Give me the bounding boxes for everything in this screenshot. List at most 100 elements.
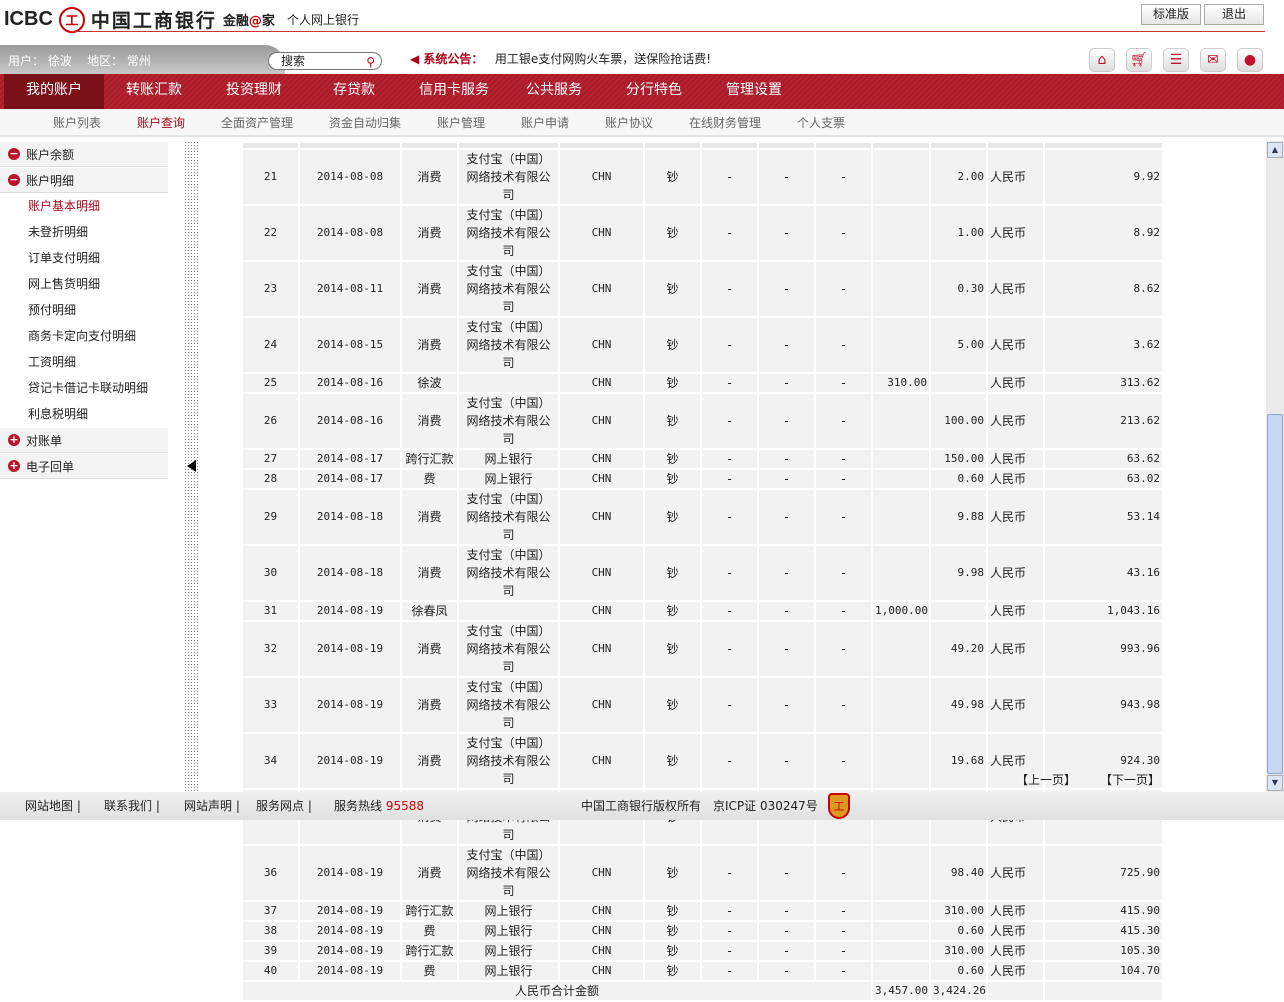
sidebar-group[interactable]: + 电子回单 bbox=[0, 453, 168, 479]
table-row[interactable]: 25 2014-08-16 徐波 CHN 钞 - - -310.00 人民币 313.62 bbox=[241, 372, 1164, 394]
table-row[interactable]: 33 2014-08-19 消费 支付宝（中国）网络技术有限公司 CHN 钞 - - -49.9… bbox=[241, 676, 1164, 734]
next-page-link[interactable]: 【下一页】 bbox=[1100, 771, 1160, 788]
sidebar-item[interactable]: 账户基本明细 bbox=[0, 193, 168, 219]
scroll-thumb[interactable] bbox=[1267, 414, 1283, 774]
cell-2: 徐春凤 bbox=[400, 600, 459, 622]
cell-8: - bbox=[814, 544, 873, 602]
product-name: 个人网上银行 bbox=[286, 13, 359, 27]
nav-tab-7[interactable]: 管理设置 bbox=[704, 74, 804, 109]
subnav-item-3[interactable]: 资金自动归集 bbox=[329, 114, 401, 131]
table-row[interactable]: 39 2014-08-19 跨行汇款 网上银行 CHN 钞 - - -310.00 人民币 105.… bbox=[241, 940, 1164, 962]
footer-contact-link[interactable]: 联系我们 | bbox=[104, 797, 160, 814]
scroll-up-icon[interactable]: ▲ bbox=[1267, 142, 1283, 158]
subnav-item-6[interactable]: 账户协议 bbox=[605, 114, 653, 131]
subnav-item-0[interactable]: 账户列表 bbox=[53, 114, 101, 131]
sidebar-item[interactable]: 未登折明细 bbox=[0, 219, 168, 245]
table-row[interactable]: 26 2014-08-16 消费 支付宝（中国）网络技术有限公司 CHN 钞 - - -100.… bbox=[241, 392, 1164, 450]
subnav-item-1[interactable]: 账户查询 bbox=[137, 114, 185, 131]
nav-tab-3[interactable]: 存贷款 bbox=[304, 74, 404, 109]
table-row[interactable]: 28 2014-08-17 费网上银行 CHN 钞 - - -0.60 人民币 63.02 bbox=[241, 468, 1164, 490]
sidebar-item[interactable]: 利息税明细 bbox=[0, 401, 168, 427]
sidebar-item[interactable]: 网上售货明细 bbox=[0, 271, 168, 297]
sidebar-group[interactable]: − 账户明细 bbox=[0, 167, 168, 193]
subnav-item-5[interactable]: 账户申请 bbox=[521, 114, 569, 131]
table-row[interactable]: 24 2014-08-15 消费 支付宝（中国）网络技术有限公司 CHN 钞 - - -5.00… bbox=[241, 316, 1164, 374]
nav-tab-0[interactable]: 我的账户 bbox=[4, 74, 104, 109]
footer-sitemap-link[interactable]: 网站地图 | bbox=[25, 797, 81, 814]
cell-3: 支付宝（中国）网络技术有限公司 bbox=[457, 392, 560, 450]
sidebar: − 账户余额 − 账户明细 账户基本明细 未登折明细 订单支付明细 网上售货明细 预付明细 商务卡… bbox=[0, 141, 168, 791]
sidebar-item[interactable]: 商务卡定向支付明细 bbox=[0, 323, 168, 349]
table-row[interactable]: 22 2014-08-08 消费 支付宝（中国）网络技术有限公司 CHN 钞 - - -1.00… bbox=[241, 204, 1164, 262]
sidebar-group[interactable]: − 账户余额 bbox=[0, 141, 168, 167]
cell-10: 0.60 bbox=[929, 960, 988, 982]
police-badge-icon[interactable]: 工 bbox=[828, 793, 850, 819]
cell-3: 支付宝（中国）网络技术有限公司 bbox=[457, 204, 560, 262]
prev-page-link[interactable]: 【上一页】 bbox=[1016, 771, 1076, 788]
cell-10 bbox=[929, 372, 988, 394]
footer-outlets-link[interactable]: 服务网点 | bbox=[256, 797, 312, 814]
table-row[interactable]: 30 2014-08-18 消费 支付宝（中国）网络技术有限公司 CHN 钞 - - -9.98… bbox=[241, 544, 1164, 602]
table-row[interactable]: 32 2014-08-19 消费 支付宝（中国）网络技术有限公司 CHN 钞 - - -49.2… bbox=[241, 620, 1164, 678]
customer-service-icon[interactable]: ● bbox=[1237, 48, 1263, 72]
cell-6: - bbox=[700, 316, 759, 374]
subnav-item-7[interactable]: 在线财务管理 bbox=[689, 114, 761, 131]
cell-0: 31 bbox=[241, 600, 300, 622]
vertical-scrollbar[interactable]: ▲ ▼ bbox=[1266, 141, 1284, 792]
nav-tab-4[interactable]: 信用卡服务 bbox=[404, 74, 504, 109]
table-row[interactable]: 21 2014-08-08 消费 支付宝（中国）网络技术有限公司 CHN 钞 - - -2.00… bbox=[241, 148, 1164, 206]
table-row[interactable]: 27 2014-08-17 跨行汇款 网上银行 CHN 钞 - - -150.00 人民币 63.6… bbox=[241, 448, 1164, 470]
nav-tab-6[interactable]: 分行特色 bbox=[604, 74, 704, 109]
standard-version-button[interactable]: 标准版 bbox=[1141, 4, 1201, 25]
table-row[interactable]: 29 2014-08-18 消费 支付宝（中国）网络技术有限公司 CHN 钞 - - -9.88… bbox=[241, 488, 1164, 546]
cell-9 bbox=[871, 676, 931, 734]
home-icon[interactable]: ⌂ bbox=[1089, 48, 1115, 72]
sidebar-group-label: 电子回单 bbox=[26, 459, 75, 474]
cell-6: - bbox=[700, 372, 759, 394]
transaction-table: 21 2014-08-08 消费 支付宝（中国）网络技术有限公司 CHN 钞 - - -2.00… bbox=[241, 141, 1164, 1002]
cell-7: - bbox=[757, 844, 816, 902]
cell-4: CHN bbox=[558, 392, 645, 450]
sidebar-item[interactable]: 工资明细 bbox=[0, 349, 168, 375]
sidebar-item[interactable]: 订单支付明细 bbox=[0, 245, 168, 271]
table-row[interactable]: 37 2014-08-19 跨行汇款 网上银行 CHN 钞 - - -310.00 人民币 415.… bbox=[241, 900, 1164, 922]
cell-8: - bbox=[814, 316, 873, 374]
cart-icon[interactable]: 🛒︎ bbox=[1126, 48, 1152, 72]
cell-0: 32 bbox=[241, 620, 300, 678]
cell-9 bbox=[871, 468, 931, 490]
table-row[interactable]: 40 2014-08-19 费网上银行 CHN 钞 - - -0.60 人民币 104.70 bbox=[241, 960, 1164, 982]
sidebar-item[interactable]: 贷记卡借记卡联动明细 bbox=[0, 375, 168, 401]
cell-1: 2014-08-19 bbox=[298, 920, 402, 942]
table-row[interactable]: 23 2014-08-11 消费 支付宝（中国）网络技术有限公司 CHN 钞 - - -0.30… bbox=[241, 260, 1164, 318]
table-row[interactable]: 36 2014-08-19 消费 支付宝（中国）网络技术有限公司 CHN 钞 - - -98.4… bbox=[241, 844, 1164, 902]
collapse-arrow-icon[interactable] bbox=[187, 460, 196, 472]
cell-5: 钞 bbox=[643, 620, 702, 678]
cell-2: 消费 bbox=[400, 844, 459, 902]
nav-tab-2[interactable]: 投资理财 bbox=[204, 74, 304, 109]
cell-9 bbox=[871, 448, 931, 470]
search-icon[interactable]: ⚲ bbox=[366, 54, 375, 70]
sidebar-group[interactable]: + 对账单 bbox=[0, 427, 168, 453]
logout-button[interactable]: 退出 bbox=[1204, 4, 1264, 25]
subnav-item-8[interactable]: 个人支票 bbox=[797, 114, 845, 131]
scroll-down-icon[interactable]: ▼ bbox=[1267, 775, 1283, 791]
copyright: 中国工商银行版权所有 bbox=[581, 799, 702, 813]
sidebar-item[interactable]: 预付明细 bbox=[0, 297, 168, 323]
contacts-icon[interactable]: ☰ bbox=[1163, 48, 1189, 72]
notice-text[interactable]: 用工银e支付网购火车票，送保险抢话费! bbox=[495, 52, 711, 66]
nav-tab-5[interactable]: 公共服务 bbox=[504, 74, 604, 109]
cell-3: 支付宝（中国）网络技术有限公司 bbox=[457, 732, 560, 790]
subnav-item-2[interactable]: 全面资产管理 bbox=[221, 114, 293, 131]
nav-tab-1[interactable]: 转账汇款 bbox=[104, 74, 204, 109]
search-input[interactable]: 搜索 ⚲ bbox=[268, 52, 382, 70]
cell-5: 钞 bbox=[643, 468, 702, 490]
subnav-item-4[interactable]: 账户管理 bbox=[437, 114, 485, 131]
footer-statement-link[interactable]: 网站声明 | bbox=[184, 797, 240, 814]
table-row[interactable]: 31 2014-08-19 徐春凤 CHN 钞 - - -1,000.00 人民币 1,043.1… bbox=[241, 600, 1164, 622]
inbox-icon[interactable]: ✉ bbox=[1200, 48, 1226, 72]
cell-11: 人民币 bbox=[986, 676, 1045, 734]
table-row[interactable]: 38 2014-08-19 费网上银行 CHN 钞 - - -0.60 人民币 415.30 bbox=[241, 920, 1164, 942]
cell-5: 钞 bbox=[643, 204, 702, 262]
expand-icon: + bbox=[8, 459, 20, 472]
cell-9 bbox=[871, 920, 931, 942]
